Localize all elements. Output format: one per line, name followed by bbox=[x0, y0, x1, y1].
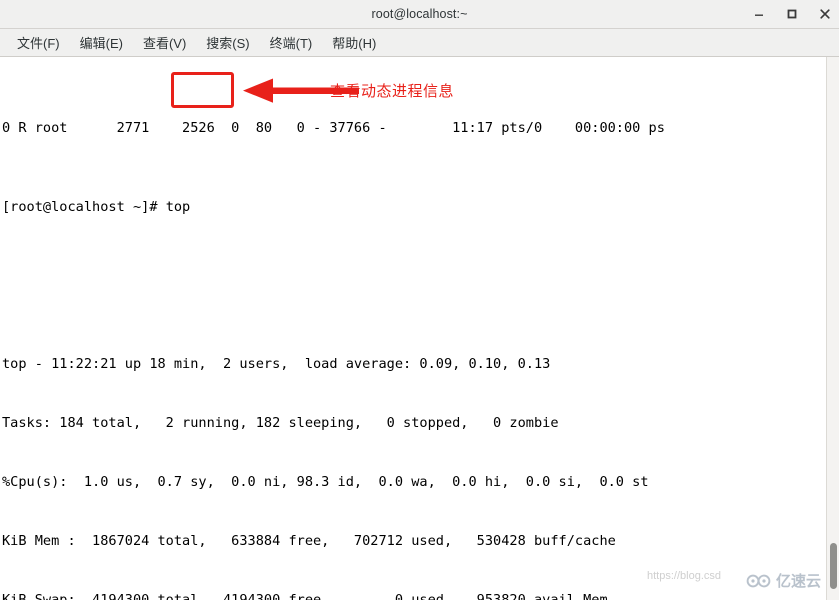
menu-item-help[interactable]: 帮助(H) bbox=[323, 30, 385, 55]
maximize-icon[interactable] bbox=[785, 7, 799, 21]
menu-item-search[interactable]: 搜索(S) bbox=[197, 30, 258, 55]
window-title: root@localhost:~ bbox=[371, 7, 468, 21]
top-cpu-line: %Cpu(s): 1.0 us, 0.7 sy, 0.0 ni, 98.3 id… bbox=[2, 473, 649, 490]
top-tasks-line: Tasks: 184 total, 2 running, 182 sleepin… bbox=[2, 414, 559, 431]
window-controls bbox=[752, 7, 832, 21]
minimize-icon[interactable] bbox=[752, 7, 766, 21]
menu-item-file[interactable]: 文件(F) bbox=[8, 30, 69, 55]
prompt-line: [root@localhost ~]# top bbox=[2, 198, 826, 218]
title-bar: root@localhost:~ bbox=[0, 0, 839, 29]
scrollbar-thumb[interactable] bbox=[830, 543, 837, 589]
typed-command: top bbox=[165, 198, 191, 215]
top-mem-line: KiB Mem : 1867024 total, 633884 free, 70… bbox=[2, 532, 616, 549]
menu-item-edit[interactable]: 编辑(E) bbox=[71, 30, 132, 55]
menu-bar: 文件(F) 编辑(E) 查看(V) 搜索(S) 终端(T) 帮助(H) bbox=[0, 29, 839, 57]
menu-item-terminal[interactable]: 终端(T) bbox=[261, 30, 322, 55]
shell-prompt: [root@localhost ~]# bbox=[2, 198, 166, 215]
terminal-output[interactable]: 0 R root 2771 2526 0 80 0 - 37766 - 11:1… bbox=[0, 57, 826, 600]
menu-item-view[interactable]: 查看(V) bbox=[134, 30, 195, 55]
ps-output-line: 0 R root 2771 2526 0 80 0 - 37766 - 11:1… bbox=[2, 119, 665, 136]
annotation-label: 查看动态进程信息 bbox=[330, 82, 455, 100]
top-uptime-line: top - 11:22:21 up 18 min, 2 users, load … bbox=[2, 355, 551, 372]
top-swap-line: KiB Swap: 4194300 total, 4194300 free, 0… bbox=[2, 591, 608, 600]
terminal-area: 0 R root 2771 2526 0 80 0 - 37766 - 11:1… bbox=[0, 57, 839, 600]
close-icon[interactable] bbox=[818, 7, 832, 21]
terminal-window: root@localhost:~ 文件(F) 编辑(E) 查看(V) 搜索(S)… bbox=[0, 0, 839, 600]
terminal-scrollbar[interactable] bbox=[826, 57, 839, 600]
